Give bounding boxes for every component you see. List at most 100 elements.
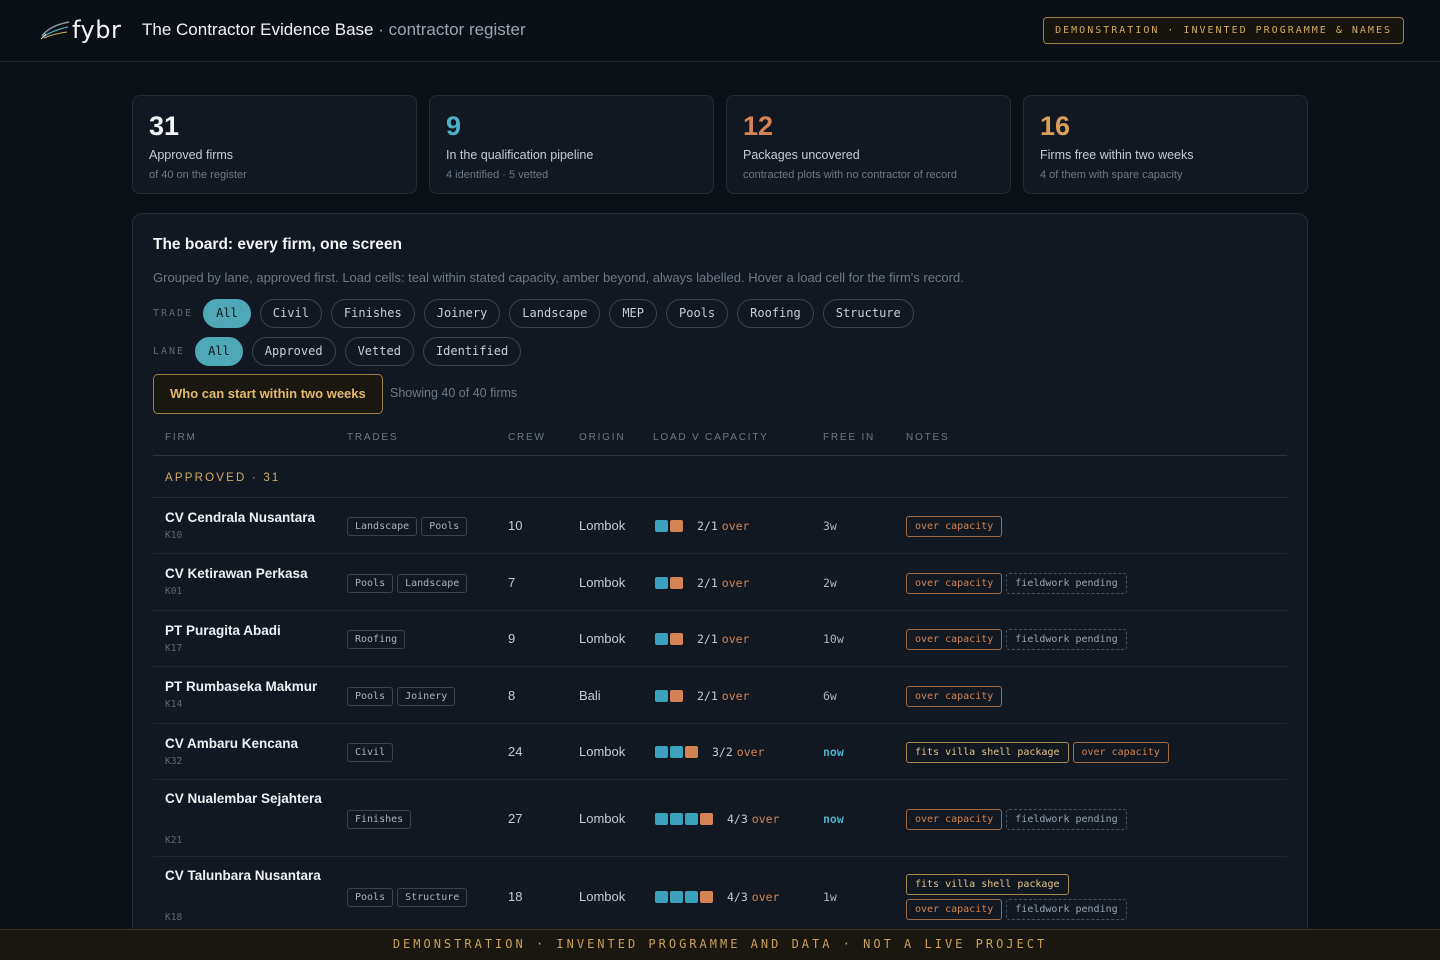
th-trades[interactable]: TRADES (347, 432, 398, 443)
trade-chip-mep[interactable]: MEP (609, 299, 658, 328)
lane-chip-all[interactable]: All (195, 337, 243, 366)
trade-tags: Civil (347, 743, 394, 762)
load-capacity-cell[interactable]: 2/1 over (655, 632, 749, 646)
th-load[interactable]: LOAD V CAPACITY (653, 432, 769, 443)
load-cell-over[interactable] (700, 891, 713, 903)
trade-chip-joinery[interactable]: Joinery (423, 299, 501, 328)
load-cell-over[interactable] (670, 633, 683, 645)
over-label: over (751, 811, 780, 826)
trade-tag: Landscape (397, 573, 468, 593)
trade-chip-all[interactable]: All (203, 299, 251, 328)
th-crew[interactable]: CREW (508, 432, 546, 443)
note-over: over capacity (906, 899, 1003, 920)
top-bar: fybr The Contractor Evidence Base · cont… (0, 0, 1440, 62)
load-cell-over[interactable] (685, 746, 698, 758)
load-ratio: 3/2 over (712, 745, 764, 759)
trade-tag: Structure (397, 888, 468, 907)
load-cell-within[interactable] (655, 520, 668, 532)
firm-code: K21 (165, 835, 183, 846)
free-in: 10w (823, 632, 844, 646)
over-label: over (721, 575, 750, 590)
load-cell-within[interactable] (655, 812, 668, 825)
load-cell-within[interactable] (670, 746, 683, 758)
trade-tag: Pools (347, 573, 394, 593)
trade-tags: Roofing (347, 630, 406, 649)
note-over: over capacity (906, 516, 1003, 537)
firm-name[interactable]: CV Cendrala Nusantara (165, 507, 335, 528)
load-cell-over[interactable] (670, 576, 683, 589)
firm-code: K14 (165, 699, 183, 710)
firm-name[interactable]: CV Nualembar Sejahtera (165, 788, 335, 809)
table-row[interactable]: CV Talunbara Nusantara K18 Pools Structure 1… (153, 857, 1287, 937)
load-cell-within[interactable] (670, 812, 683, 825)
load-capacity-cell[interactable]: 2/1 over (655, 519, 749, 533)
table-row[interactable]: CV Nualembar Sejahtera K21 Finishes 27 Lombo… (153, 780, 1287, 857)
start-within-two-weeks-button[interactable]: Who can start within two weeks (153, 374, 383, 414)
feather-logo-icon (40, 21, 70, 40)
load-cell-within[interactable] (655, 746, 668, 758)
lane-chip-vetted[interactable]: Vetted (344, 337, 414, 366)
trade-chip-roofing[interactable]: Roofing (737, 299, 814, 328)
note-over: over capacity (906, 572, 1003, 594)
table-row[interactable]: CV Ambaru Kencana K32 Civil 24 Lombok 3/2 over… (153, 724, 1287, 780)
table-header: FIRM TRADES CREW ORIGIN LOAD V CAPACITY … (153, 424, 1287, 456)
stat-sub: contracted plots with no contractor of r… (743, 169, 957, 181)
load-cell-within[interactable] (655, 891, 668, 903)
load-ratio-value: 4/3 (727, 811, 748, 826)
load-ratio-value: 4/3 (727, 890, 748, 904)
load-cell-within[interactable] (655, 689, 668, 702)
origin: Lombok (579, 574, 626, 590)
trade-chip-landscape[interactable]: Landscape (509, 299, 601, 328)
logo-text: fybr (72, 16, 122, 44)
load-cell-over[interactable] (670, 520, 683, 532)
table-row[interactable]: PT Puragita Abadi K17 Roofing 9 Lombok 2/1 ove… (153, 611, 1287, 667)
firm-name[interactable]: PT Puragita Abadi (165, 620, 335, 641)
load-cell-within[interactable] (655, 576, 668, 589)
firm-name[interactable]: CV Ketirawan Perkasa (165, 563, 335, 584)
stat-card-uncovered: 12 Packages uncovered contracted plots w… (726, 95, 1011, 194)
th-origin[interactable]: ORIGIN (579, 432, 625, 443)
origin: Lombok (579, 810, 626, 826)
table-row[interactable]: PT Rumbaseka Makmur K14 Pools Joinery 8 Bali 2… (153, 667, 1287, 724)
th-firm[interactable]: FIRM (165, 432, 197, 443)
table-row[interactable]: CV Cendrala Nusantara K10 Landscape Pools 10… (153, 498, 1287, 554)
firm-name[interactable]: PT Rumbaseka Makmur (165, 676, 335, 697)
trade-tags: Pools Structure (347, 888, 468, 907)
th-free-in[interactable]: FREE IN (823, 432, 875, 443)
lane-chip-identified[interactable]: Identified (422, 337, 522, 366)
load-capacity-cell[interactable]: 2/1 over (655, 689, 749, 703)
note-field: fieldwork pending (1006, 808, 1127, 830)
load-cell-within[interactable] (670, 891, 683, 903)
trade-filter: TRADE All Civil Finishes Joinery Landscape ME… (153, 299, 923, 328)
table-row[interactable]: CV Ketirawan Perkasa K01 Pools Landscape 7 Lo… (153, 554, 1287, 611)
note-fits: fits villa shell package (906, 742, 1069, 763)
free-in: 2w (823, 575, 837, 590)
trade-chip-civil[interactable]: Civil (259, 299, 322, 328)
crew-count: 24 (508, 744, 523, 759)
notes: fits villa shell package over capacity (906, 742, 1286, 763)
load-cell-within[interactable] (655, 633, 668, 645)
trade-chip-finishes[interactable]: Finishes (330, 299, 415, 328)
load-cell-over[interactable] (700, 812, 713, 825)
showing-count: Showing 40 of 40 firms (390, 386, 518, 400)
firm-name[interactable]: CV Ambaru Kencana (165, 733, 335, 754)
logo[interactable]: fybr (40, 14, 121, 46)
load-capacity-cell[interactable]: 4/3 over (655, 812, 779, 826)
load-ratio-value: 2/1 (697, 519, 718, 533)
stat-label: Firms free within two weeks (1040, 148, 1194, 162)
lane-chip-approved[interactable]: Approved (251, 337, 336, 366)
load-capacity-cell[interactable]: 3/2 over (655, 745, 764, 759)
stat-card-pipeline: 9 In the qualification pipeline 4 identi… (429, 95, 714, 194)
firm-name[interactable]: CV Talunbara Nusantara (165, 865, 335, 886)
trade-chip-structure[interactable]: Structure (822, 299, 914, 328)
note-field: fieldwork pending (1006, 899, 1127, 920)
board-title: The board: every firm, one screen (153, 236, 402, 253)
trade-chip-pools[interactable]: Pools (666, 299, 729, 328)
load-cell-within[interactable] (685, 891, 698, 903)
load-cell-within[interactable] (685, 812, 698, 825)
th-notes[interactable]: NOTES (906, 432, 949, 443)
load-cell-over[interactable] (670, 689, 683, 702)
load-capacity-cell[interactable]: 4/3 over (655, 890, 779, 904)
trade-tag: Finishes (347, 809, 412, 829)
load-capacity-cell[interactable]: 2/1 over (655, 576, 749, 590)
